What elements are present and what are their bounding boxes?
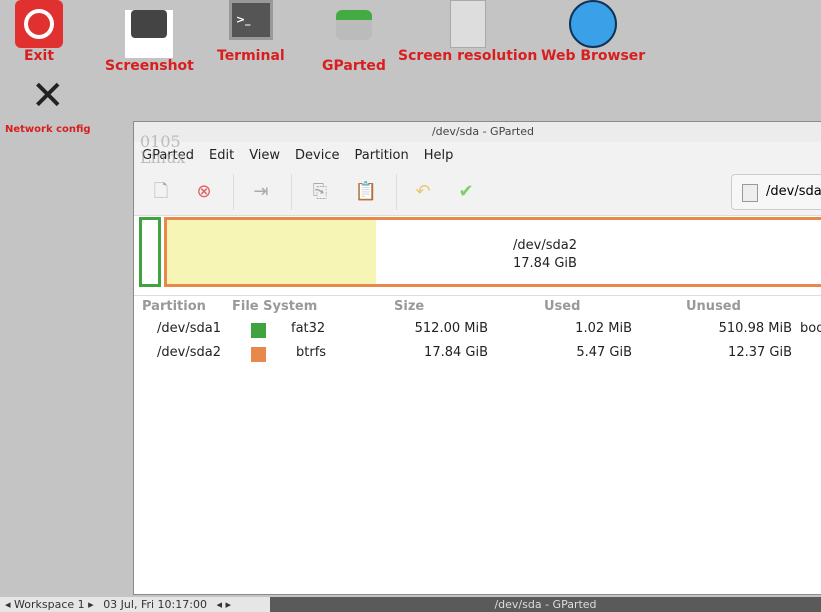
next-task-icon[interactable]: ▸ <box>225 598 231 611</box>
tools-icon: ✕ <box>31 73 65 119</box>
new-partition-icon[interactable]: 🗋 <box>149 180 173 204</box>
desktop-icon-network-config[interactable]: ✕ Network config <box>5 72 91 135</box>
desktop-icon-screen-resolution[interactable]: Screen resolution <box>398 0 537 64</box>
menu-bar: GParted Edit View Device Partition Help <box>134 142 821 168</box>
disk-icon <box>742 184 758 202</box>
desktop-icon-web-browser[interactable]: Web Browser <box>541 0 645 64</box>
desktop-icon-exit[interactable]: Exit <box>15 0 63 64</box>
prev-task-icon[interactable]: ◂ <box>216 598 222 611</box>
power-icon <box>15 0 63 48</box>
desktop-icon-gparted[interactable]: GParted <box>322 0 386 74</box>
apply-icon[interactable]: ✔ <box>454 180 478 204</box>
menu-view[interactable]: View <box>249 148 280 163</box>
title-bar[interactable]: /dev/sda - GParted <box>134 122 821 142</box>
clock: 03 Jul, Fri 10:17:00 <box>103 598 207 611</box>
table-header: Partition File System Size Used Unused <box>134 295 821 317</box>
resize-move-icon[interactable]: ⇥ <box>249 180 273 204</box>
menu-edit[interactable]: Edit <box>209 148 234 163</box>
device-selector[interactable]: /dev/sda <box>731 174 821 210</box>
table-row[interactable]: /dev/sda2 btrfs 17.84 GiB 5.47 GiB 12.37… <box>134 345 821 369</box>
paste-icon[interactable]: 📋 <box>354 180 378 204</box>
taskbar: ◂ Workspace 1 ▸ 03 Jul, Fri 10:17:00 ◂ ▸… <box>0 597 821 612</box>
disk-icon <box>330 10 378 58</box>
fs-color-swatch <box>251 323 266 338</box>
next-workspace-icon[interactable]: ▸ <box>88 598 94 611</box>
gparted-window: /dev/sda - GParted GParted Edit View Dev… <box>133 121 821 595</box>
partition-block-sda1[interactable] <box>139 217 161 287</box>
workspace-label[interactable]: Workspace 1 <box>14 598 85 611</box>
watermark: 0105 Linux <box>140 132 186 167</box>
camera-icon <box>125 10 174 58</box>
globe-icon <box>569 0 618 48</box>
partition-block-sda2[interactable]: /dev/sda2 17.84 GiB <box>164 217 821 287</box>
copy-icon[interactable]: ⎘ <box>308 180 332 204</box>
toolbar: 🗋 ⊗ ⇥ ⎘ 📋 ↶ ✔ /dev/sda <box>134 168 821 216</box>
menu-help[interactable]: Help <box>424 148 454 163</box>
desktop-icon-terminal[interactable]: >_ Terminal <box>217 0 285 64</box>
terminal-icon: >_ <box>228 0 273 40</box>
task-gparted[interactable]: /dev/sda - GParted <box>270 597 821 612</box>
used-space-fill <box>167 220 376 284</box>
menu-partition[interactable]: Partition <box>355 148 409 163</box>
disk-map: /dev/sda2 17.84 GiB <box>134 217 821 292</box>
desktop-icon-screenshot[interactable]: Screenshot <box>105 0 194 74</box>
menu-device[interactable]: Device <box>295 148 339 163</box>
delete-icon[interactable]: ⊗ <box>192 180 216 204</box>
fs-color-swatch <box>251 347 266 362</box>
table-row[interactable]: /dev/sda1 fat32 512.00 MiB 1.02 MiB 510.… <box>134 321 821 345</box>
prev-workspace-icon[interactable]: ◂ <box>5 598 11 611</box>
undo-icon[interactable]: ↶ <box>411 180 435 204</box>
monitor-icon <box>449 0 486 48</box>
